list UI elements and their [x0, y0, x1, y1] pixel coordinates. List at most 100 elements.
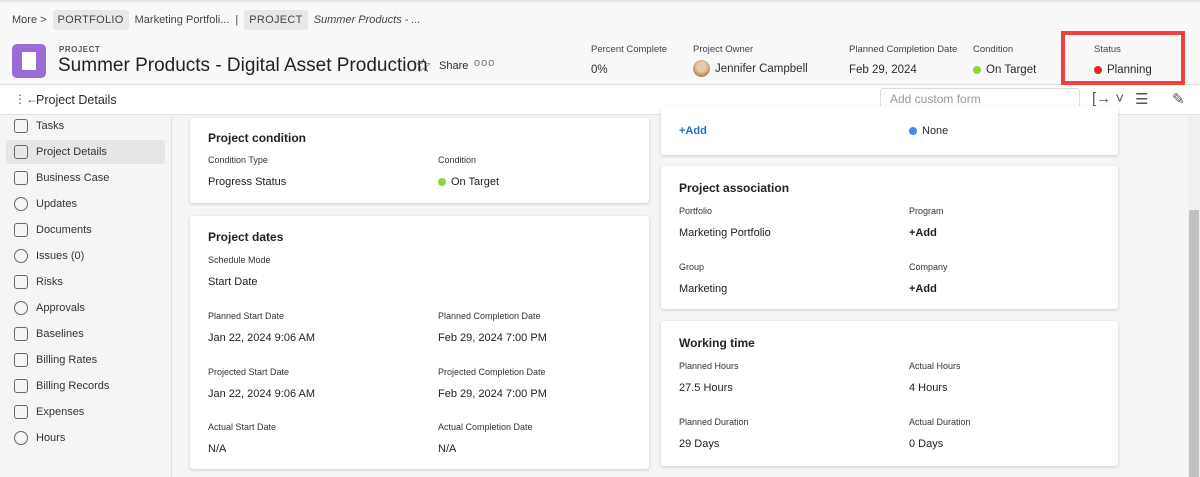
planned-completion-value[interactable]: Feb 29, 2024 7:00 PM: [438, 332, 547, 344]
sidebar-item-details[interactable]: Project Details: [6, 140, 165, 164]
share-button[interactable]: Share: [439, 60, 468, 72]
group-value[interactable]: Marketing: [679, 283, 727, 295]
section-title: Project Details: [36, 93, 117, 107]
breadcrumb-more[interactable]: More >: [12, 14, 47, 26]
add-program-link[interactable]: +Add: [909, 227, 944, 239]
field-label: Portfolio: [679, 206, 713, 216]
favorite-star-icon[interactable]: ☆: [415, 55, 432, 78]
condition-dot-icon: [973, 66, 981, 74]
percent-value: 0%: [591, 64, 608, 76]
list-layout-icon[interactable]: ☰: [1135, 90, 1148, 108]
percent-label: Percent Complete: [591, 44, 668, 55]
field-label: Condition: [438, 155, 477, 165]
sidebar-item-label: Billing Records: [36, 380, 110, 392]
documents-icon: [14, 223, 28, 237]
page-title[interactable]: Summer Products - Digital Asset Producti…: [58, 55, 428, 77]
field-label: Group: [679, 262, 705, 272]
sidebar-item-billing-records[interactable]: Billing Records: [6, 374, 165, 398]
sidebar-item-risks[interactable]: Risks: [6, 270, 165, 294]
top-right-card: +Add None: [661, 106, 1118, 155]
sidebar-item-label: Project Details: [36, 146, 107, 158]
scrollbar-thumb[interactable]: [1189, 210, 1199, 477]
sidebar-item-tasks[interactable]: Tasks: [6, 114, 165, 138]
project-condition-card: Project condition Condition Type Progress…: [190, 118, 649, 203]
export-icon[interactable]: [→ ˅: [1092, 90, 1124, 107]
owner-label: Project Owner: [693, 44, 754, 55]
condition-value[interactable]: On Target: [451, 176, 499, 188]
baselines-icon: [14, 327, 28, 341]
sidebar-item-label: Baselines: [36, 328, 84, 340]
schedule-mode-value[interactable]: Start Date: [208, 276, 271, 288]
field-label: Condition Type: [208, 155, 268, 165]
tasks-icon: [14, 119, 28, 133]
field-label: Projected Completion Date: [438, 367, 546, 377]
avatar: [693, 60, 710, 77]
project-chip: PROJECT: [244, 10, 308, 30]
field-label: Actual Duration: [909, 417, 971, 427]
add-company-link[interactable]: +Add: [909, 283, 948, 295]
pcd-label: Planned Completion Date: [849, 44, 958, 55]
billing-records-icon: [14, 379, 28, 393]
risks-icon: [14, 275, 28, 289]
sidebar-item-label: Issues (0): [36, 250, 85, 262]
add-link[interactable]: +Add: [679, 125, 707, 137]
field-label: Company: [909, 262, 948, 272]
sidebar-item-baselines[interactable]: Baselines: [6, 322, 165, 346]
project-header: More > PORTFOLIO Marketing Portfoli... |…: [0, 0, 1200, 85]
more-options-icon[interactable]: ooo: [474, 57, 495, 69]
condition-dot-icon: [438, 178, 446, 186]
condition-value[interactable]: On Target: [986, 64, 1036, 76]
collapse-sidebar-icon[interactable]: ⋮←: [14, 92, 38, 106]
sidebar-item-billing-rates[interactable]: Billing Rates: [6, 348, 165, 372]
sidebar-item-label: Business Case: [36, 172, 110, 184]
sidebar-item-issues[interactable]: Issues (0): [6, 244, 165, 268]
none-value[interactable]: None: [922, 125, 948, 137]
project-association-card: Project association Portfolio Marketing P…: [661, 166, 1118, 309]
planned-hours-value: 27.5 Hours: [679, 382, 733, 394]
field-label: Planned Start Date: [208, 311, 285, 321]
hours-icon: [14, 431, 28, 445]
project-dates-card: Project dates Schedule Mode Start Date Pl…: [190, 216, 649, 469]
approvals-icon: [14, 301, 28, 315]
card-title: Project condition: [208, 131, 307, 145]
percent-complete: Percent Complete 0%: [591, 44, 667, 76]
owner-name[interactable]: Jennifer Campbell: [715, 63, 808, 75]
actual-hours-value: 4 Hours: [909, 382, 948, 394]
project-icon: [12, 44, 46, 78]
planned-completion: Planned Completion Date Feb 29, 2024: [849, 44, 957, 76]
none-dot-icon: [909, 127, 917, 135]
planned-duration-value: 29 Days: [679, 438, 720, 450]
portfolio-value[interactable]: Marketing Portfolio: [679, 227, 771, 239]
pcd-value: Feb 29, 2024: [849, 64, 917, 76]
project-owner: Project Owner Jennifer Campbell: [693, 44, 808, 77]
card-title: Project dates: [208, 230, 284, 244]
sidebar-item-label: Hours: [36, 432, 66, 444]
condition-type-value[interactable]: Progress Status: [208, 176, 286, 188]
sidebar-item-approvals[interactable]: Approvals: [6, 296, 165, 320]
expenses-icon: [14, 405, 28, 419]
sidebar-item-business-case[interactable]: Business Case: [6, 166, 165, 190]
edit-pencil-icon[interactable]: ✎: [1172, 90, 1185, 108]
breadcrumb-project: Summer Products - ...: [313, 14, 421, 26]
field-label: Planned Completion Date: [438, 311, 541, 321]
planned-start-value[interactable]: Jan 22, 2024 9:06 AM: [208, 332, 315, 344]
portfolio-chip: PORTFOLIO: [52, 10, 129, 30]
actual-duration-value: 0 Days: [909, 438, 944, 450]
projected-completion-value: Feb 29, 2024 7:00 PM: [438, 388, 547, 400]
sidebar-item-label: Expenses: [36, 406, 85, 418]
sidebar-item-documents[interactable]: Documents: [6, 218, 165, 242]
billing-rates-icon: [14, 353, 28, 367]
sidebar: Tasks Project Details Business Case Updates…: [0, 116, 172, 477]
breadcrumb-portfolio[interactable]: Marketing Portfoli...: [135, 14, 230, 26]
sidebar-item-hours[interactable]: Hours: [6, 426, 165, 450]
actual-start-value: N/A: [208, 443, 227, 455]
field-label: Projected Start Date: [208, 367, 290, 377]
sidebar-item-expenses[interactable]: Expenses: [6, 400, 165, 424]
issues-icon: [14, 249, 28, 263]
field-label: Program: [909, 206, 944, 216]
status-highlight-box: [1061, 31, 1185, 85]
sidebar-item-updates[interactable]: Updates: [6, 192, 165, 216]
card-title: Project association: [679, 181, 790, 195]
sidebar-item-label: Documents: [36, 224, 92, 236]
object-type: PROJECT: [59, 45, 101, 54]
